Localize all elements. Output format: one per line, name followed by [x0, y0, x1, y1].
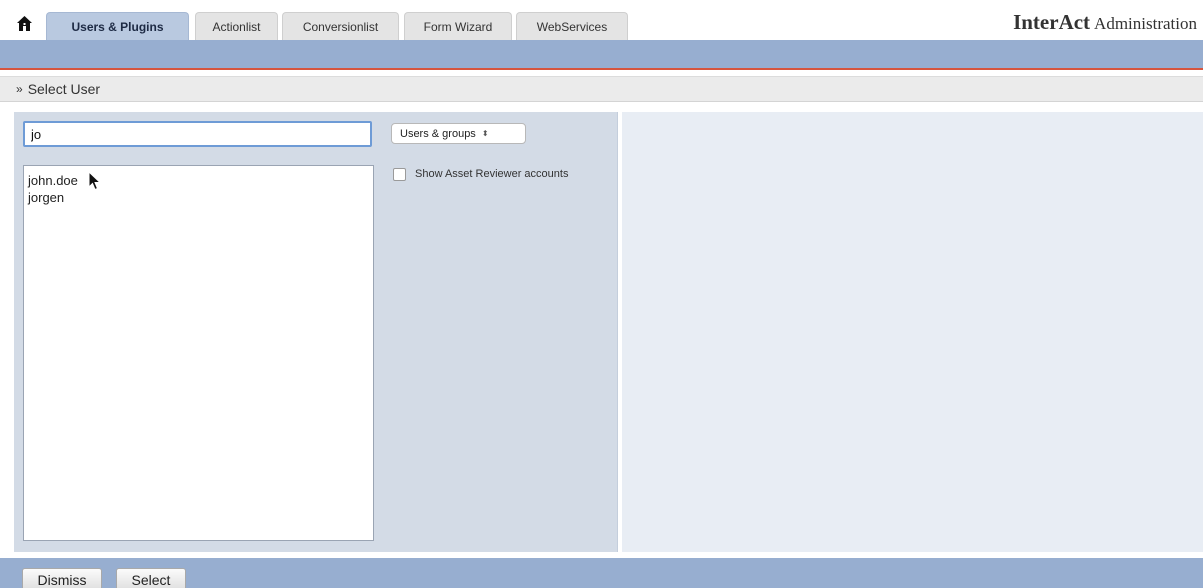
section-marker: » [16, 82, 23, 96]
section-title: Select User [27, 81, 101, 97]
tab-conversionlist[interactable]: Conversionlist [282, 12, 399, 40]
user-list[interactable]: john.doe jorgen [23, 165, 374, 541]
show-asset-reviewer-checkbox[interactable] [393, 167, 406, 181]
home-icon [16, 15, 32, 31]
app-window: Users & Plugins Actionlist Conversionlis… [0, 0, 1203, 588]
select-button[interactable]: Select [116, 568, 186, 588]
header-divider [0, 68, 1203, 70]
show-asset-reviewer-label: Show Asset Reviewer accounts [415, 168, 569, 180]
brand-name: InterAct [1013, 10, 1091, 34]
asset-reviewer-option: Show Asset Reviewer accounts [393, 166, 568, 182]
tab-webservices[interactable]: WebServices [516, 12, 628, 40]
user-type-select[interactable]: Users & groups ⬍ [391, 123, 526, 144]
dismiss-button[interactable]: Dismiss [22, 568, 102, 588]
top-navigation: Users & Plugins Actionlist Conversionlis… [0, 0, 1203, 40]
list-item[interactable]: john.doe [26, 172, 373, 189]
list-item[interactable]: jorgen [26, 189, 373, 206]
user-search-input[interactable] [23, 121, 372, 147]
details-panel [622, 112, 1203, 552]
brand-subtitle: Administration [1094, 14, 1197, 33]
header-band [0, 40, 1203, 68]
app-brand: InterAct Administration [1013, 10, 1197, 35]
tab-form-wizard[interactable]: Form Wizard [404, 12, 512, 40]
select-arrows-icon: ⬍ [481, 128, 489, 138]
tab-actionlist[interactable]: Actionlist [195, 12, 278, 40]
home-button[interactable] [14, 13, 34, 33]
section-header: » Select User [0, 76, 1203, 102]
user-type-select-value: Users & groups [400, 127, 476, 140]
tab-users-plugins[interactable]: Users & Plugins [46, 12, 189, 40]
